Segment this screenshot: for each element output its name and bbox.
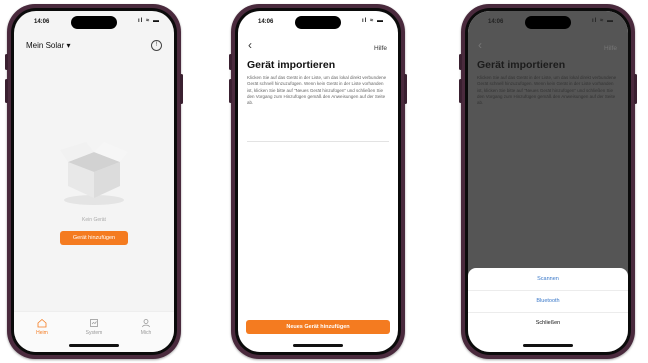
side-button	[459, 79, 462, 103]
add-device-button[interactable]: Gerät hinzufügen	[60, 231, 128, 245]
tab-home[interactable]: Heim	[22, 318, 62, 336]
tab-system-label: System	[85, 330, 103, 336]
home-indicator	[293, 344, 343, 347]
divider	[247, 141, 389, 142]
page-description: Klicken Sie auf das Gerät in der Liste, …	[477, 75, 617, 106]
help-link: Hilfe	[603, 45, 617, 52]
side-button	[634, 74, 637, 104]
dynamic-island	[71, 16, 117, 29]
side-button	[180, 74, 183, 104]
back-icon: ‹	[478, 38, 482, 52]
page-title: Gerät importieren	[477, 59, 566, 71]
tab-profile-label: Mich	[140, 330, 152, 336]
empty-state-text: Kein Gerät	[82, 217, 106, 223]
home-icon	[37, 318, 47, 328]
action-sheet-screen: 14:06 ıl ≈ ▬ ‹ Hilfe Gerät importieren K…	[468, 11, 628, 352]
home-title: Mein Solar	[26, 41, 65, 50]
dynamic-island	[295, 16, 341, 29]
phone-frame-sheet: 14:06 ıl ≈ ▬ ‹ Hilfe Gerät importieren K…	[459, 4, 637, 359]
home-indicator	[69, 344, 119, 347]
back-icon[interactable]: ‹	[248, 38, 252, 52]
status-time: 14:06	[34, 19, 50, 25]
page-description: Klicken Sie auf das Gerät in der Liste, …	[247, 75, 387, 106]
info-icon[interactable]: !	[151, 40, 162, 51]
side-button	[229, 54, 232, 70]
page-title: Gerät importieren	[247, 59, 336, 71]
new-device-button[interactable]: Neues Gerät hinzufügen	[246, 320, 390, 334]
empty-box-icon	[60, 142, 128, 205]
status-time: 14:06	[258, 19, 274, 25]
side-button	[5, 79, 8, 103]
tab-system[interactable]: System	[74, 318, 114, 336]
tab-home-label: Heim	[36, 330, 48, 336]
status-icons: ıl ≈ ▬	[592, 18, 614, 24]
import-screen: 14:06 ıl ≈ ▬ ‹ Hilfe Gerät importieren K…	[238, 11, 398, 352]
scan-option[interactable]: Scannen	[468, 268, 628, 291]
help-link[interactable]: Hilfe	[374, 45, 387, 52]
side-button	[404, 74, 407, 104]
side-button	[459, 54, 462, 70]
home-indicator	[523, 344, 573, 347]
caret-down-icon: ▾	[66, 41, 71, 50]
tab-profile[interactable]: Mich	[126, 318, 166, 336]
phone-frame-home: 14:06 ıl ≈ ▬ Mein Solar ▾ ! Kein Gerät G…	[5, 4, 183, 359]
close-option[interactable]: Schließen	[468, 312, 628, 334]
home-screen: 14:06 ıl ≈ ▬ Mein Solar ▾ ! Kein Gerät G…	[14, 11, 174, 352]
profile-icon	[142, 319, 150, 328]
status-time: 14:06	[488, 19, 504, 25]
status-icons: ıl ≈ ▬	[138, 18, 160, 24]
status-icons: ıl ≈ ▬	[362, 18, 384, 24]
dynamic-island	[525, 16, 571, 29]
phone-frame-import: 14:06 ıl ≈ ▬ ‹ Hilfe Gerät importieren K…	[229, 4, 407, 359]
bluetooth-option[interactable]: Bluetooth	[468, 290, 628, 313]
action-sheet: Scannen Bluetooth Schließen	[468, 268, 628, 352]
side-button	[5, 54, 8, 70]
home-title-dropdown[interactable]: Mein Solar ▾	[26, 41, 71, 50]
side-button	[229, 79, 232, 103]
system-icon	[90, 319, 98, 327]
